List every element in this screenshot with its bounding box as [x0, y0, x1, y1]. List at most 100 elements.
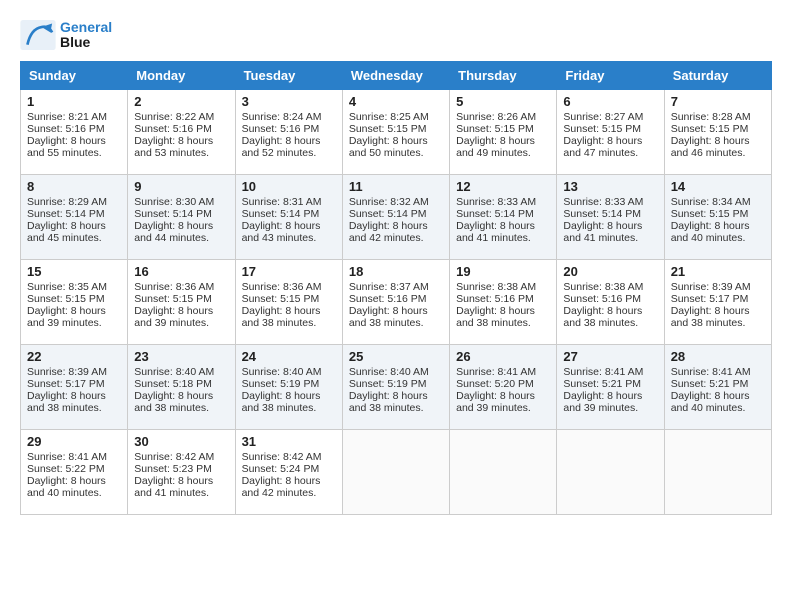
sunrise-text: Sunrise: 8:32 AM — [349, 196, 443, 208]
day-number: 31 — [242, 434, 336, 449]
day-cell-25: 25Sunrise: 8:40 AMSunset: 5:19 PMDayligh… — [342, 344, 449, 429]
day-cell-19: 19Sunrise: 8:38 AMSunset: 5:16 PMDayligh… — [450, 259, 557, 344]
day-cell-31: 31 Sunrise: 8:42 AMSunset: 5:24 PMDayligh… — [235, 429, 342, 514]
day-number: 7 — [671, 94, 765, 109]
day-number: 19 — [456, 264, 550, 279]
day-number: 17 — [242, 264, 336, 279]
daylight-text: Daylight: 8 hours and 41 minutes. — [456, 220, 550, 244]
sunrise-text: Sunrise: 8:40 AM — [134, 366, 228, 378]
day-cell-7: 7Sunrise: 8:28 AMSunset: 5:15 PMDaylight… — [664, 89, 771, 174]
sunrise-text: Sunrise: 8:29 AM — [27, 196, 121, 208]
sunrise-text: Sunrise: 8:33 AM — [456, 196, 550, 208]
sunrise-text: Sunrise: 8:38 AM — [456, 281, 550, 293]
sunrise-text: Sunrise: 8:41 AM — [456, 366, 550, 378]
day-number: 29 — [27, 434, 121, 449]
day-number: 18 — [349, 264, 443, 279]
calendar-header-wednesday: Wednesday — [342, 61, 449, 89]
logo-icon — [20, 20, 56, 50]
day-cell-11: 11Sunrise: 8:32 AMSunset: 5:14 PMDayligh… — [342, 174, 449, 259]
sunset-text: Sunset: 5:22 PM — [27, 463, 121, 475]
sunset-text: Sunset: 5:21 PM — [563, 378, 657, 390]
sunset-text: Sunset: 5:14 PM — [456, 208, 550, 220]
day-cell-12: 12 Sunrise: 8:33 AMSunset: 5:14 PMDayligh… — [450, 174, 557, 259]
sunset-text: Sunset: 5:15 PM — [671, 208, 765, 220]
day-cell-13: 13Sunrise: 8:33 AMSunset: 5:14 PMDayligh… — [557, 174, 664, 259]
sunrise-text: Sunrise: 8:42 AM — [242, 451, 336, 463]
sunrise-text: Sunrise: 8:39 AM — [27, 366, 121, 378]
header: General Blue — [20, 20, 772, 51]
day-number: 27 — [563, 349, 657, 364]
sunset-text: Sunset: 5:16 PM — [242, 123, 336, 135]
sunrise-text: Sunrise: 8:42 AM — [134, 451, 228, 463]
day-cell-17: 17Sunrise: 8:36 AMSunset: 5:15 PMDayligh… — [235, 259, 342, 344]
sunset-text: Sunset: 5:15 PM — [563, 123, 657, 135]
sunset-text: Sunset: 5:23 PM — [134, 463, 228, 475]
daylight-text: Daylight: 8 hours and 43 minutes. — [242, 220, 336, 244]
sunset-text: Sunset: 5:24 PM — [242, 463, 336, 475]
sunset-text: Sunset: 5:15 PM — [456, 123, 550, 135]
day-number: 11 — [349, 179, 443, 194]
sunrise-text: Sunrise: 8:27 AM — [563, 111, 657, 123]
sunrise-text: Sunrise: 8:38 AM — [563, 281, 657, 293]
day-number: 24 — [242, 349, 336, 364]
day-number: 9 — [134, 179, 228, 194]
sunset-text: Sunset: 5:14 PM — [242, 208, 336, 220]
sunrise-text: Sunrise: 8:36 AM — [134, 281, 228, 293]
sunset-text: Sunset: 5:14 PM — [134, 208, 228, 220]
daylight-text: Daylight: 8 hours and 52 minutes. — [242, 135, 336, 159]
day-number: 5 — [456, 94, 550, 109]
daylight-text: Daylight: 8 hours and 40 minutes. — [671, 220, 765, 244]
sunrise-text: Sunrise: 8:28 AM — [671, 111, 765, 123]
sunrise-text: Sunrise: 8:39 AM — [671, 281, 765, 293]
sunrise-text: Sunrise: 8:21 AM — [27, 111, 121, 123]
calendar-header-thursday: Thursday — [450, 61, 557, 89]
daylight-text: Daylight: 8 hours and 50 minutes. — [349, 135, 443, 159]
sunrise-text: Sunrise: 8:40 AM — [349, 366, 443, 378]
logo-text: General Blue — [60, 20, 112, 51]
day-cell-15: 15Sunrise: 8:35 AMSunset: 5:15 PMDayligh… — [21, 259, 128, 344]
sunset-text: Sunset: 5:17 PM — [27, 378, 121, 390]
daylight-text: Daylight: 8 hours and 44 minutes. — [134, 220, 228, 244]
day-cell-16: 16Sunrise: 8:36 AMSunset: 5:15 PMDayligh… — [128, 259, 235, 344]
calendar-header-friday: Friday — [557, 61, 664, 89]
sunset-text: Sunset: 5:16 PM — [563, 293, 657, 305]
daylight-text: Daylight: 8 hours and 40 minutes. — [671, 390, 765, 414]
sunset-text: Sunset: 5:16 PM — [27, 123, 121, 135]
day-number: 22 — [27, 349, 121, 364]
daylight-text: Daylight: 8 hours and 46 minutes. — [671, 135, 765, 159]
daylight-text: Daylight: 8 hours and 38 minutes. — [671, 305, 765, 329]
empty-cell — [450, 429, 557, 514]
daylight-text: Daylight: 8 hours and 40 minutes. — [27, 475, 121, 499]
day-number: 14 — [671, 179, 765, 194]
daylight-text: Daylight: 8 hours and 47 minutes. — [563, 135, 657, 159]
daylight-text: Daylight: 8 hours and 38 minutes. — [27, 390, 121, 414]
week-row-4: 22Sunrise: 8:39 AMSunset: 5:17 PMDayligh… — [21, 344, 772, 429]
daylight-text: Daylight: 8 hours and 39 minutes. — [134, 305, 228, 329]
sunrise-text: Sunrise: 8:41 AM — [27, 451, 121, 463]
day-cell-2: 2Sunrise: 8:22 AMSunset: 5:16 PMDaylight… — [128, 89, 235, 174]
page-container: General Blue SundayMondayTuesdayWednesda… — [20, 20, 772, 515]
sunset-text: Sunset: 5:16 PM — [456, 293, 550, 305]
daylight-text: Daylight: 8 hours and 41 minutes. — [134, 475, 228, 499]
day-cell-29: 29 Sunrise: 8:41 AMSunset: 5:22 PMDayligh… — [21, 429, 128, 514]
daylight-text: Daylight: 8 hours and 55 minutes. — [27, 135, 121, 159]
day-cell-20: 20Sunrise: 8:38 AMSunset: 5:16 PMDayligh… — [557, 259, 664, 344]
sunset-text: Sunset: 5:15 PM — [134, 293, 228, 305]
daylight-text: Daylight: 8 hours and 38 minutes. — [563, 305, 657, 329]
day-number: 12 — [456, 179, 550, 194]
day-number: 10 — [242, 179, 336, 194]
sunrise-text: Sunrise: 8:30 AM — [134, 196, 228, 208]
daylight-text: Daylight: 8 hours and 42 minutes. — [242, 475, 336, 499]
day-cell-22: 22 Sunrise: 8:39 AMSunset: 5:17 PMDayligh… — [21, 344, 128, 429]
sunrise-text: Sunrise: 8:33 AM — [563, 196, 657, 208]
day-cell-21: 21Sunrise: 8:39 AMSunset: 5:17 PMDayligh… — [664, 259, 771, 344]
sunrise-text: Sunrise: 8:40 AM — [242, 366, 336, 378]
sunset-text: Sunset: 5:14 PM — [563, 208, 657, 220]
daylight-text: Daylight: 8 hours and 39 minutes. — [456, 390, 550, 414]
day-cell-14: 14Sunrise: 8:34 AMSunset: 5:15 PMDayligh… — [664, 174, 771, 259]
day-number: 8 — [27, 179, 121, 194]
sunrise-text: Sunrise: 8:31 AM — [242, 196, 336, 208]
sunset-text: Sunset: 5:17 PM — [671, 293, 765, 305]
sunset-text: Sunset: 5:18 PM — [134, 378, 228, 390]
day-cell-5: 5Sunrise: 8:26 AMSunset: 5:15 PMDaylight… — [450, 89, 557, 174]
